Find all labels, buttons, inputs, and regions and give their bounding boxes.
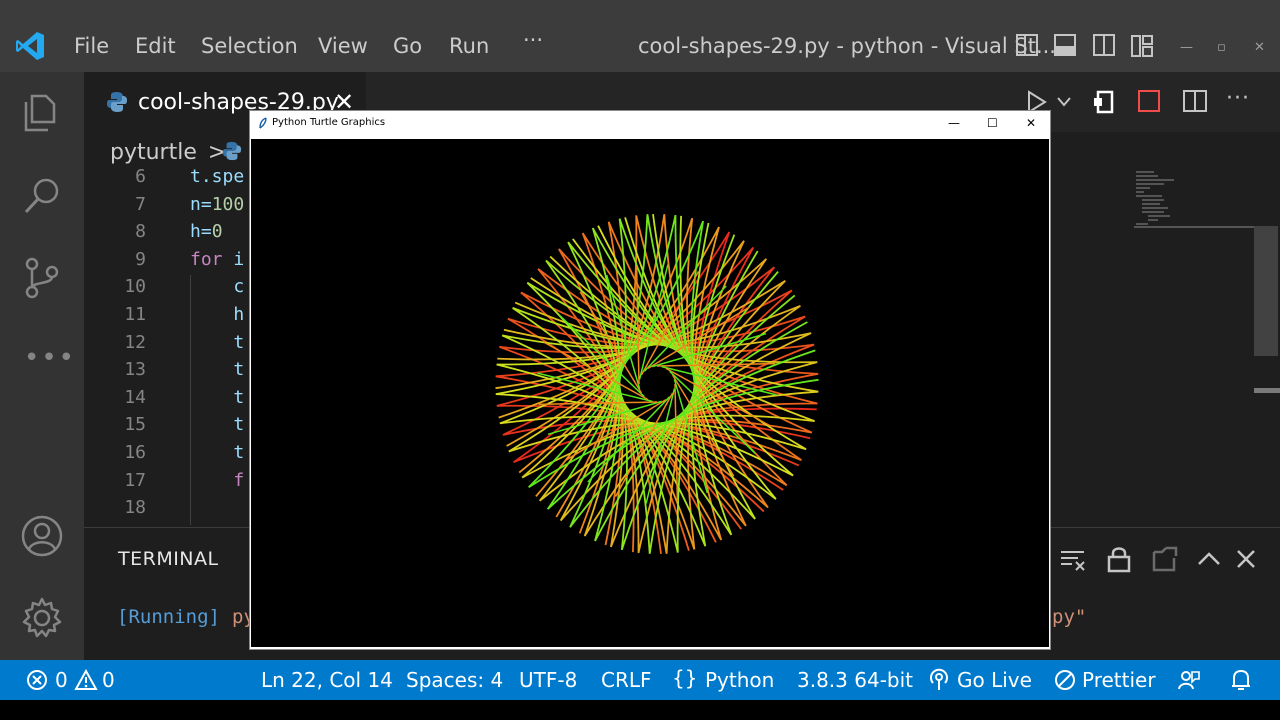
feedback-icon[interactable]: [1177, 668, 1201, 692]
end-of-line[interactable]: CRLF: [601, 668, 652, 692]
line-number: 8: [135, 221, 146, 243]
turtle-drawing: [495, 213, 819, 555]
line-number: 10: [124, 276, 146, 298]
code-line: for i: [190, 248, 245, 270]
code-line: t: [190, 414, 245, 436]
menu-run[interactable]: Run: [449, 34, 489, 58]
code-line: n=100: [190, 193, 245, 215]
close-panel-icon[interactable]: [1231, 544, 1261, 574]
accounts-icon[interactable]: [20, 514, 64, 558]
bell-icon[interactable]: [1230, 668, 1252, 692]
remote-icon[interactable]: [1092, 90, 1116, 114]
code-line: t.spe: [190, 166, 245, 187]
line-number: 7: [135, 193, 146, 215]
line-number: 13: [124, 359, 146, 381]
code-line: t: [190, 442, 245, 463]
menu-view[interactable]: View: [318, 34, 368, 58]
code-line: h: [190, 304, 245, 325]
line-number: 17: [124, 469, 146, 491]
menu-file[interactable]: File: [74, 34, 109, 58]
breadcrumb: pyturtle >: [110, 140, 226, 165]
broadcast-icon[interactable]: [928, 668, 950, 692]
clear-terminal-icon[interactable]: [1058, 544, 1088, 574]
stop-icon[interactable]: [1138, 90, 1160, 112]
turtle-canvas[interactable]: [251, 139, 1049, 647]
line-number: 15: [124, 414, 146, 436]
lock-icon[interactable]: [1104, 544, 1134, 574]
terminal-output-end: py": [1052, 606, 1087, 628]
feather-icon: [259, 117, 267, 129]
split-editor-icon[interactable]: [1183, 90, 1207, 112]
code-line: t: [190, 359, 245, 381]
editor-scrollbar-thumb[interactable]: [1254, 226, 1278, 356]
python-icon: [107, 92, 127, 112]
line-number: 9: [135, 248, 146, 270]
line-number: 18: [124, 497, 146, 519]
explorer-icon[interactable]: [20, 90, 64, 134]
minimap[interactable]: [1134, 170, 1254, 230]
code-line: f: [190, 469, 245, 491]
line-number: 16: [124, 442, 146, 463]
menu-selection[interactable]: Selection: [201, 34, 298, 58]
code-line: t: [190, 331, 245, 353]
center-hole: [647, 374, 667, 394]
encoding[interactable]: UTF-8: [519, 668, 577, 692]
toggle-panel-icon[interactable]: [1054, 34, 1076, 56]
settings-gear-icon[interactable]: [20, 596, 64, 640]
chevron-up-icon[interactable]: [1194, 544, 1224, 574]
line-number: 14: [124, 386, 146, 408]
new-window-icon[interactable]: [1150, 544, 1180, 574]
language-braces-icon[interactable]: {}: [672, 666, 697, 690]
code-line: h=0: [190, 221, 223, 243]
error-icon[interactable]: [26, 669, 48, 691]
go-live-button[interactable]: Go Live: [957, 668, 1032, 692]
turtle-close-icon[interactable]: ✕: [1026, 116, 1036, 130]
scrollbar-marker: [1254, 388, 1280, 393]
code-line: t: [190, 386, 245, 408]
warning-count[interactable]: 0: [102, 668, 115, 692]
indentation[interactable]: Spaces: 4: [406, 668, 503, 692]
chevron-down-icon[interactable]: [1056, 96, 1072, 108]
breadcrumb-folder[interactable]: pyturtle: [110, 140, 197, 165]
breadcrumb-python-icon: [222, 141, 242, 161]
vscode-logo-icon: [16, 32, 44, 60]
turtle-minimize-icon[interactable]: —: [948, 116, 960, 130]
more-actions-icon[interactable]: ···: [1226, 86, 1250, 111]
terminal-running-label: [Running]: [117, 606, 220, 628]
turtle-maximize-icon[interactable]: ☐: [987, 116, 998, 130]
toggle-secondary-sidebar-icon[interactable]: [1093, 34, 1115, 56]
more-icon[interactable]: •••: [24, 343, 76, 373]
cursor-position[interactable]: Ln 22, Col 14: [261, 668, 393, 692]
prettier-icon[interactable]: [1054, 669, 1076, 691]
terminal-tab[interactable]: TERMINAL: [118, 548, 219, 570]
line-number: 6: [135, 166, 146, 187]
menu-edit[interactable]: Edit: [135, 34, 176, 58]
source-control-icon[interactable]: [20, 256, 64, 300]
menu-go[interactable]: Go: [393, 34, 422, 58]
python-interpreter[interactable]: 3.8.3 64-bit: [797, 668, 913, 692]
language-mode[interactable]: Python: [705, 668, 774, 692]
window-title: cool-shapes-29.py - python - Visual St..…: [638, 34, 1056, 58]
restore-icon[interactable]: ▫: [1217, 40, 1226, 55]
code-line: c: [190, 276, 245, 298]
prettier-status[interactable]: Prettier: [1082, 668, 1156, 692]
error-count[interactable]: 0: [55, 668, 68, 692]
menu-more[interactable]: ···: [523, 28, 543, 52]
minimize-icon[interactable]: —: [1180, 40, 1193, 55]
line-number: 12: [124, 331, 146, 353]
toggle-sidebar-icon[interactable]: [1016, 34, 1038, 56]
close-icon[interactable]: ✕: [1254, 40, 1265, 55]
bottom-letterbox: [0, 700, 1280, 720]
line-number: 11: [124, 304, 146, 325]
warning-icon[interactable]: [74, 669, 98, 691]
search-icon[interactable]: [20, 174, 64, 218]
turtle-window-title: Python Turtle Graphics: [272, 117, 386, 128]
customize-layout-icon[interactable]: [1130, 34, 1154, 58]
